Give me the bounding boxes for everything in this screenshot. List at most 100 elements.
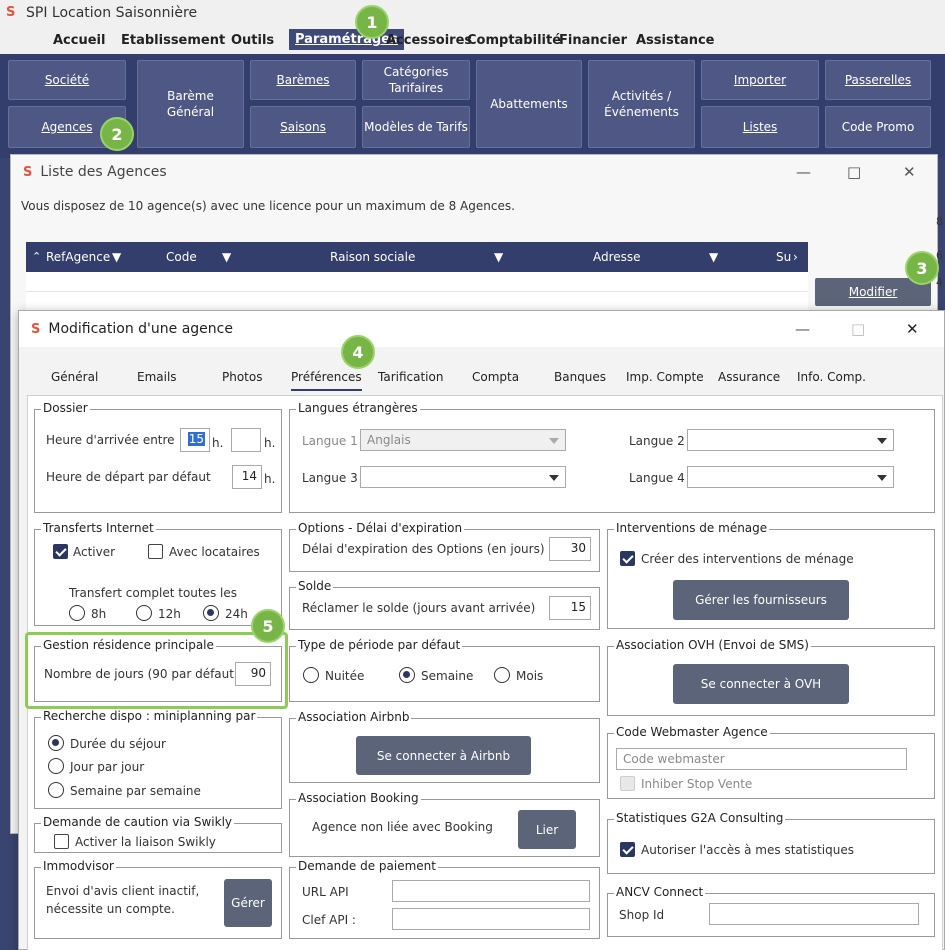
solde-field[interactable]: 15 [549,596,591,620]
tab-assurance[interactable]: Assurance [718,370,780,384]
tab-banques[interactable]: Banques [554,370,606,384]
filter-icon[interactable]: ▼ [709,250,718,264]
minimize-icon[interactable]: — [795,320,810,338]
ribbon-passerelles-button[interactable]: Passerelles [825,60,931,100]
inhiber-stop-vente-checkbox [620,776,635,791]
gerer-fournisseurs-button[interactable]: Gérer les fournisseurs [673,580,849,620]
ribbon-listes-button[interactable]: Listes [701,106,819,148]
radio-semaine-par-semaine-label: Semaine par semaine [70,784,201,798]
gerer-immodvisor-button[interactable]: Gérer [224,879,272,927]
close-icon[interactable]: ✕ [906,320,919,338]
paiement-title: Demande de paiement [296,859,438,873]
ribbon-activites-button[interactable]: Activités / Événements [588,60,695,148]
callout-badge: 3 [905,251,939,285]
langue1-select: Anglais [360,429,566,451]
col-refagence[interactable]: RefAgence [46,250,110,264]
langues-title: Langues étrangères [296,401,420,415]
depart-field[interactable]: 14 [232,465,262,489]
tab-imp-compte[interactable]: Imp. Compte [626,370,704,384]
langue3-select[interactable] [360,466,566,488]
clef-api-field[interactable] [392,908,590,930]
col-su[interactable]: Su [776,250,791,264]
highlight-box [25,632,288,709]
filter-icon[interactable]: ▼ [112,250,121,264]
options-delai-field[interactable]: 30 [549,537,591,561]
dossier-title: Dossier [41,401,90,415]
tab-emails[interactable]: Emails [137,370,177,384]
edge-digit: 4 [936,276,943,289]
menu-accueil[interactable]: Accueil [53,33,105,48]
menage-checkbox[interactable] [620,551,635,566]
langue4-select[interactable] [687,466,894,488]
filter-icon[interactable]: ▼ [222,250,231,264]
tab-photos[interactable]: Photos [222,370,262,384]
modification-title: Modification d'une agence [48,321,233,337]
avec-locataires-checkbox[interactable] [148,544,163,559]
radio-24h[interactable] [203,605,219,621]
ribbon-saisons-button[interactable]: Saisons [250,106,356,148]
window-logo-icon: S [31,321,41,337]
table-row[interactable] [26,272,808,292]
callout-badge: 1 [355,5,389,39]
radio-jour-par-jour[interactable] [48,758,64,774]
menu-assistance[interactable]: Assistance [636,33,715,48]
arrivee-from-field[interactable]: 15 [180,428,210,452]
maximize-icon[interactable]: □ [847,163,861,181]
table-row[interactable] [26,292,808,312]
swikly-checkbox[interactable] [54,834,69,849]
col-raison-sociale[interactable]: Raison sociale [330,250,415,264]
menu-comptabilite[interactable]: Comptabilité [467,33,561,48]
ancv-title: ANCV Connect [614,885,706,899]
tab-tarification[interactable]: Tarification [378,370,443,384]
code-webmaster-input[interactable]: Code webmaster [616,748,907,770]
radio-8h[interactable] [69,605,85,621]
liste-agences-title: Liste des Agences [40,164,167,180]
tab-general[interactable]: Général [51,370,98,384]
ribbon-baremes-button[interactable]: Barèmes [250,60,356,100]
menu-accessoires[interactable]: Accessoires [386,33,472,48]
scroll-right-icon[interactable]: › [793,250,798,264]
ribbon-abattements-button[interactable]: Abattements [476,60,582,148]
arrivee-to-field[interactable] [231,428,261,452]
shop-id-field[interactable] [709,903,919,925]
menu-etablissement[interactable]: Etablissement [121,33,225,48]
langue2-select[interactable] [687,429,894,451]
radio-duree-sejour[interactable] [48,735,64,751]
radio-nuitee[interactable] [303,667,319,683]
immodvisor-text-1: Envoi d'avis client inactif, [46,884,200,898]
menu-financier[interactable]: Financier [559,33,627,48]
tab-preferences[interactable]: Préférences [291,370,362,391]
tab-compta[interactable]: Compta [472,370,519,384]
col-adresse[interactable]: Adresse [593,250,641,264]
close-icon[interactable]: ✕ [903,163,916,181]
menu-outils[interactable]: Outils [231,33,274,48]
activer-checkbox[interactable] [53,544,68,559]
radio-semaine[interactable] [399,667,415,683]
ribbon-categories-button[interactable]: Catégories Tarifaires [362,60,470,100]
radio-mois[interactable] [494,667,510,683]
connect-airbnb-button[interactable]: Se connecter à Airbnb [356,736,531,775]
radio-12h[interactable] [136,605,152,621]
ribbon-modeles-button[interactable]: Modèles de Tarifs [362,106,470,148]
radio-semaine-par-semaine[interactable] [48,782,64,798]
lier-booking-button[interactable]: Lier [518,810,576,849]
ribbon-bareme-general-button[interactable]: Barème Général [137,60,244,148]
ribbon-code-promo-button[interactable]: Code Promo [825,106,931,148]
ribbon-societe-button[interactable]: Société [8,60,126,100]
options-title: Options - Délai d'expiration [296,521,465,535]
sort-up-icon[interactable]: ⌃ [32,250,41,263]
hour-unit: h. [264,436,276,450]
inhiber-stop-vente-label: Inhiber Stop Vente [641,777,753,791]
ribbon-importer-button[interactable]: Importer [701,60,819,100]
url-api-field[interactable] [392,880,590,902]
menage-title: Interventions de ménage [614,521,770,535]
callout-badge: 4 [341,335,375,369]
minimize-icon[interactable]: — [796,163,811,181]
tab-info-comp[interactable]: Info. Comp. [797,370,866,384]
g2a-label: Autoriser l'accès à mes statistiques [641,843,854,857]
g2a-checkbox[interactable] [620,842,635,857]
filter-icon[interactable]: ▼ [494,250,503,264]
radio-8h-label: 8h [91,607,107,621]
col-code[interactable]: Code [166,250,197,264]
connect-ovh-button[interactable]: Se connecter à OVH [673,664,849,704]
